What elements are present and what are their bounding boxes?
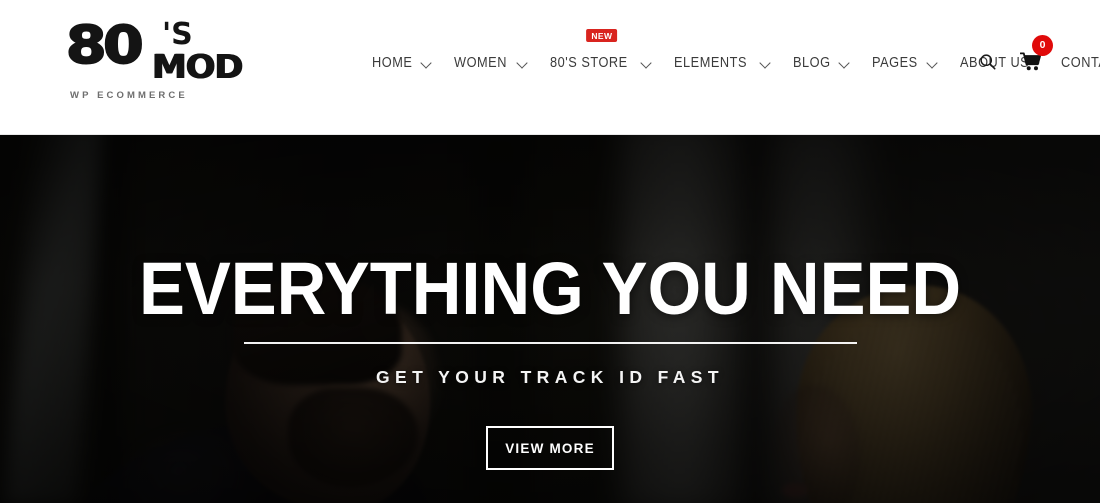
nav-item-contact[interactable]: CONTACT — [1061, 55, 1100, 71]
hero-banner: EVERYTHING YOU NEED GET YOUR TRACK ID FA… — [0, 135, 1100, 503]
hero-divider-rule — [243, 342, 857, 344]
nav-item-blog[interactable]: BLOG — [793, 55, 850, 71]
nav-item-elements[interactable]: ELEMENTS — [674, 55, 771, 71]
view-more-button[interactable]: VIEW MORE — [486, 426, 614, 470]
chevron-down-icon — [421, 58, 432, 69]
page-root: 80 'S MOD WP ECOMMERCE HOME WOMEN NEW 80… — [0, 0, 1100, 503]
nav-item-pages[interactable]: PAGES — [872, 55, 938, 71]
search-button[interactable] — [979, 53, 996, 70]
nav-label: CONTACT — [1060, 55, 1100, 71]
logo-text-80: 80 — [66, 16, 144, 76]
hero-headline: EVERYTHING YOU NEED — [138, 247, 962, 330]
nav-label: WOMEN — [453, 55, 507, 71]
chevron-down-icon — [517, 58, 528, 69]
chevron-down-icon — [839, 58, 850, 69]
search-icon — [980, 54, 996, 70]
site-logo[interactable]: 80 'S MOD WP ECOMMERCE — [66, 16, 266, 102]
new-badge: NEW — [586, 29, 618, 42]
cart-count-badge: 0 — [1032, 35, 1053, 56]
chevron-down-icon — [641, 58, 652, 69]
nav-item-home[interactable]: HOME — [372, 55, 432, 71]
logo-text-s: 'S — [162, 17, 193, 52]
nav-item-women[interactable]: WOMEN — [454, 55, 528, 71]
logo-text-mod: MOD — [152, 47, 243, 86]
cart-button[interactable]: 0 — [1020, 35, 1053, 71]
site-header: 80 'S MOD WP ECOMMERCE HOME WOMEN NEW 80… — [0, 0, 1100, 135]
nav-item-80s-store[interactable]: NEW 80'S STORE — [550, 29, 652, 71]
nav-label: 80'S STORE — [550, 55, 628, 71]
nav-label: ELEMENTS — [674, 55, 748, 71]
nav-label: PAGES — [872, 55, 918, 71]
header-icon-group: 0 — [955, 35, 1053, 71]
nav-label: BLOG — [793, 55, 831, 71]
nav-label: HOME — [372, 55, 413, 71]
logo-tagline: WP ECOMMERCE — [70, 90, 188, 101]
logo-mark: 80 'S MOD — [66, 16, 266, 86]
chevron-down-icon — [760, 58, 771, 69]
hero-content: EVERYTHING YOU NEED GET YOUR TRACK ID FA… — [0, 135, 1100, 503]
chevron-down-icon — [927, 58, 938, 69]
hero-subheadline: GET YOUR TRACK ID FAST — [376, 367, 724, 387]
